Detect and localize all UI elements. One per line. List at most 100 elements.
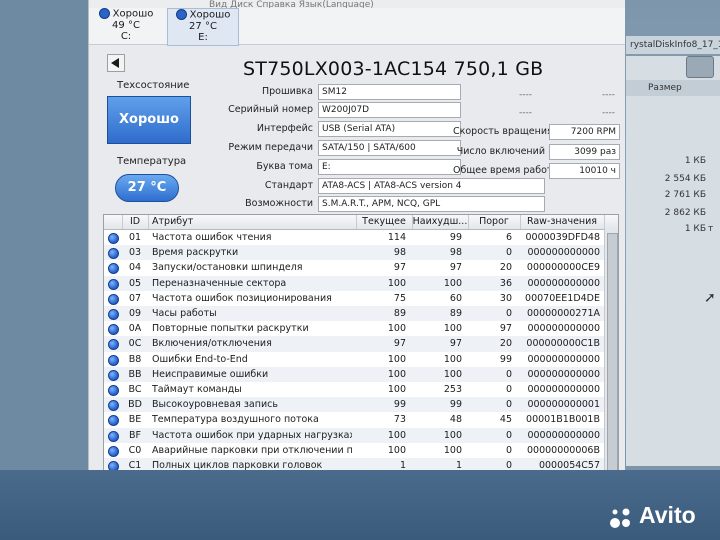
cell-threshold: 0 [505, 247, 512, 259]
power-on-hours-value: 10010 ч [549, 163, 620, 179]
table-row[interactable]: 04 Запуски/остановки шпинделя 97 97 20 000000… [104, 260, 604, 275]
table-header: ID Атрибут Текущее Наихудш... Порог Raw-… [104, 215, 618, 230]
cell-id: 0C [128, 338, 142, 350]
cell-attribute: Включения/отключения [152, 338, 272, 350]
previous-disk-button[interactable] [107, 54, 125, 72]
status-dot-icon [108, 385, 119, 396]
explorer-side-label: т [708, 224, 714, 234]
status-dot-icon [108, 263, 119, 275]
status-dot-icon [108, 339, 119, 351]
serial-value: W200J07D [318, 102, 461, 118]
table-row[interactable]: B8 Ошибки End-to-End 100 100 99 000000000000 [104, 352, 604, 367]
cell-raw: 000000000001 [527, 399, 600, 411]
background-explorer-window: rystalDiskInfo8_17_14 Размер 1 КБ 2 554 … [612, 0, 720, 540]
cell-threshold: 30 [499, 292, 512, 304]
table-row[interactable]: 07 Частота ошибок позиционирования 75 60 30 0… [104, 291, 604, 306]
status-dot-icon [108, 248, 119, 260]
table-row[interactable]: BE Температура воздушного потока 73 48 45 000… [104, 412, 604, 427]
cell-worst: 60 [449, 292, 462, 304]
table-row[interactable]: 03 Время раскрутки 98 98 0 000000000000 [104, 245, 604, 261]
table-row[interactable]: BC Таймаут команды 100 253 0 000000000000 [104, 382, 604, 397]
firmware-value: SM12 [318, 84, 461, 100]
column-header-raw[interactable]: Raw-значения [520, 215, 605, 229]
health-status-button[interactable]: Хорошо [107, 96, 191, 144]
column-header-worst[interactable]: Наихудш... [412, 215, 469, 229]
cell-id: C0 [128, 444, 142, 456]
table-row[interactable]: BB Неисправимые ошибки 100 100 0 000000000000 [104, 366, 604, 382]
table-row[interactable]: BF Частота ошибок при ударных нагрузках 10… [104, 427, 604, 443]
explorer-size-cell: 1 КБ [684, 224, 706, 234]
temperature-label: Температура [117, 156, 187, 167]
cell-threshold: 0 [505, 368, 512, 380]
status-dot-icon [175, 9, 187, 20]
cell-threshold: 6 [505, 232, 512, 243]
cell-threshold: 20 [499, 262, 512, 274]
cell-worst: 97 [449, 338, 462, 350]
cell-raw: 000000000CE9 [526, 262, 600, 274]
cell-id: BE [128, 414, 142, 426]
volume-letter-label: Буква тома [256, 161, 313, 172]
cell-current: 99 [393, 399, 406, 411]
status-dot-icon [108, 445, 119, 457]
table-row[interactable]: C0 Аварийные парковки при отключении пи..… [104, 443, 604, 458]
column-header-threshold[interactable]: Порог [468, 215, 521, 229]
explorer-view-button[interactable] [686, 56, 714, 78]
cell-current: 100 [387, 353, 406, 365]
cell-current: 97 [393, 338, 406, 350]
cell-current: 100 [387, 277, 406, 289]
disk-model-title: ST750LX003-1AC154 750,1 GB [243, 58, 544, 80]
drive-tab-c[interactable]: Хорошо 49 °C C: [91, 8, 161, 44]
explorer-size-cell: 2 862 КБ [664, 208, 706, 218]
standard-value: ATA8-ACS | ATA8-ACS version 4 [318, 178, 545, 194]
drive-selector-bar: Хорошо 49 °C C: Хорошо 27 °C E: [89, 8, 625, 46]
cell-attribute: Ошибки End-to-End [152, 353, 248, 365]
cell-id: 07 [128, 292, 142, 304]
power-on-count-label: Число включений [456, 146, 545, 157]
drive-temp: 27 °C [189, 20, 217, 32]
cell-id: 01 [128, 232, 142, 243]
cell-raw: 000000000C1B [526, 338, 600, 350]
table-row[interactable]: 0C Включения/отключения 97 97 20 000000000C1B [104, 336, 604, 352]
column-header-attribute[interactable]: Атрибут [148, 215, 357, 229]
cell-threshold: 0 [505, 429, 512, 441]
cell-attribute: Частота ошибок при ударных нагрузках [152, 429, 352, 441]
cell-current: 100 [387, 323, 406, 335]
column-header-current[interactable]: Текущее [356, 215, 413, 229]
cell-current: 100 [387, 429, 406, 441]
cell-threshold: 0 [505, 444, 512, 456]
explorer-path: rystalDiskInfo8_17_14 [626, 36, 720, 54]
drive-tab-e[interactable]: Хорошо 27 °C E: [167, 8, 239, 46]
cell-raw: 000000000000 [527, 368, 600, 380]
cell-id: 09 [128, 308, 142, 319]
cell-threshold: 36 [499, 277, 512, 289]
column-header-id[interactable]: ID [122, 215, 149, 229]
cell-worst: 99 [449, 232, 462, 243]
explorer-size-header[interactable]: Размер [626, 80, 720, 96]
cell-raw: 00070EE1D4DE [525, 292, 600, 304]
empty-field-dashes: ---- ---- [519, 90, 615, 100]
cell-current: 100 [387, 384, 406, 395]
cell-worst: 99 [449, 399, 462, 411]
cell-threshold: 20 [499, 338, 512, 350]
avito-watermark: Avito [610, 502, 696, 529]
status-dot-icon [108, 309, 119, 320]
cell-id: 0A [128, 323, 142, 335]
cell-attribute: Время раскрутки [152, 247, 239, 259]
cell-attribute: Часы работы [152, 308, 217, 319]
column-header-status[interactable] [104, 215, 123, 229]
cell-worst: 253 [443, 384, 462, 395]
volume-letter-value: E: [318, 159, 461, 175]
cell-raw: 000000000000 [527, 323, 600, 335]
cell-current: 73 [393, 414, 406, 426]
cell-attribute: Повторные попытки раскрутки [152, 323, 309, 335]
cell-attribute: Аварийные парковки при отключении пи... [152, 444, 352, 456]
cell-worst: 100 [443, 323, 462, 335]
cell-worst: 100 [443, 353, 462, 365]
drive-letter: E: [198, 31, 208, 43]
table-row[interactable]: 0A Повторные попытки раскрутки 100 100 97 000… [104, 321, 604, 336]
table-row[interactable]: BD Высокоуровневая запись 99 99 0 00000000000… [104, 397, 604, 413]
table-row[interactable]: 01 Частота ошибок чтения 114 99 6 0000039DFD4… [104, 230, 604, 245]
cell-current: 114 [387, 232, 406, 243]
table-row[interactable]: 05 Переназначенные сектора 100 100 36 0000000… [104, 275, 604, 291]
table-row[interactable]: 09 Часы работы 89 89 0 00000000271A [104, 306, 604, 322]
